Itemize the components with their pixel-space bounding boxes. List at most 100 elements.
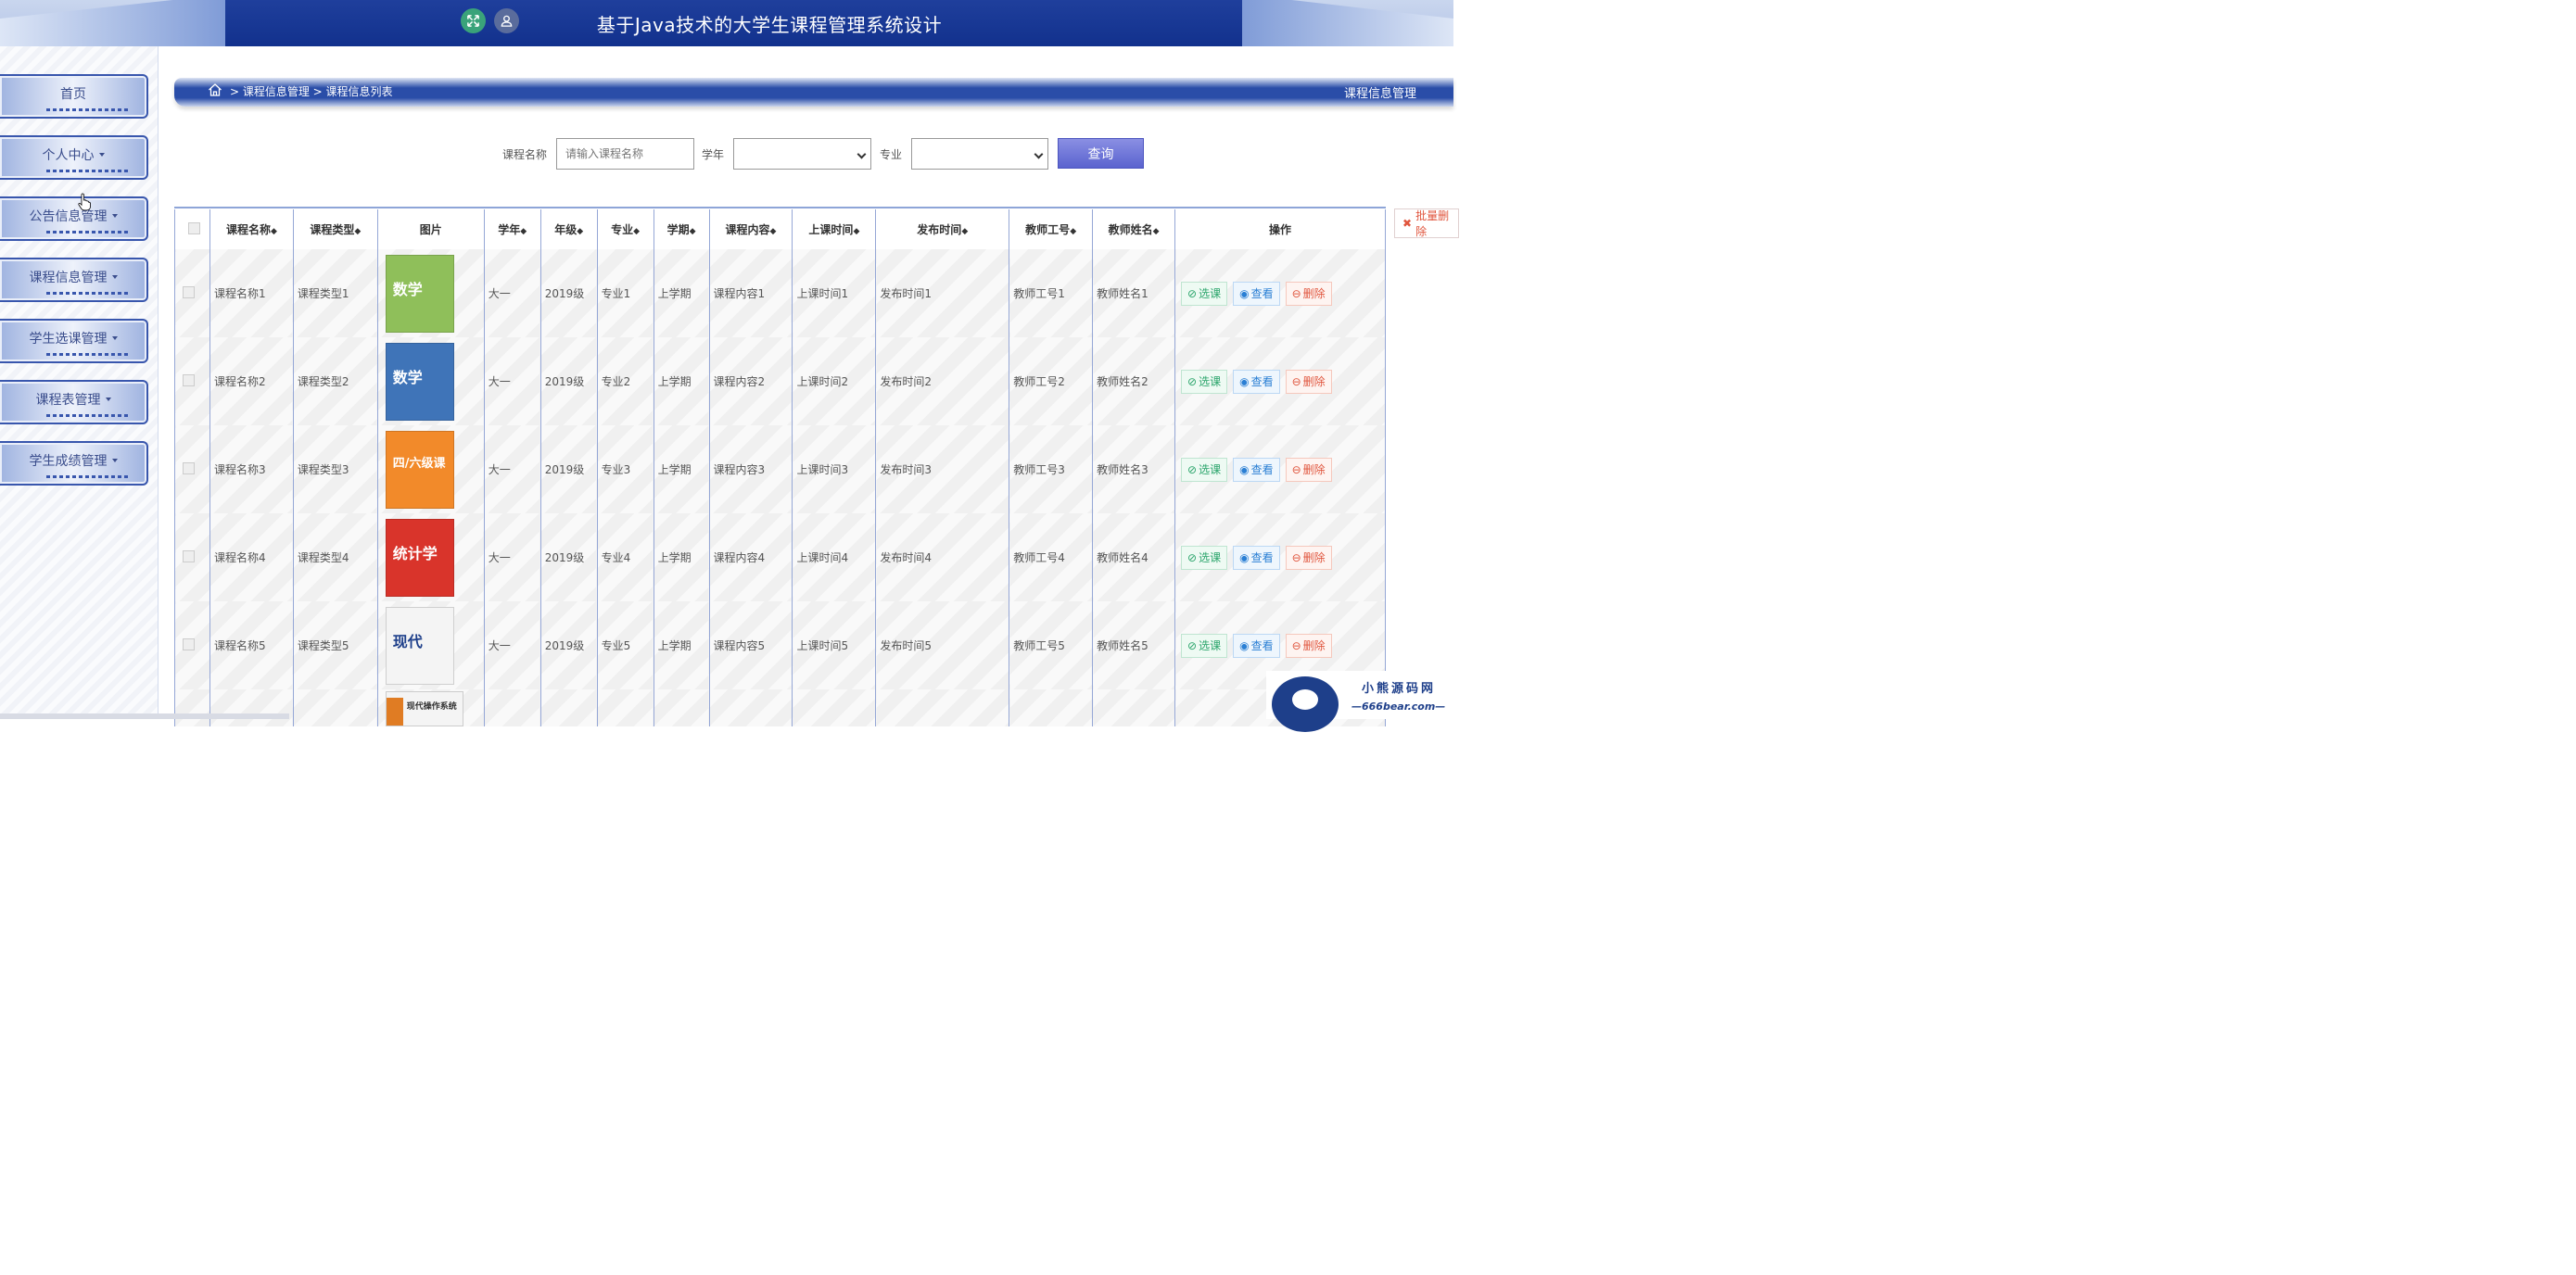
column-header[interactable]: 专业◆ <box>597 209 654 249</box>
delete-button[interactable]: ⊖ 删除 <box>1285 369 1332 394</box>
breadcrumb-path[interactable]: > 课程信息管理 > 课程信息列表 <box>230 83 393 99</box>
delete-button[interactable]: ⊖ 删除 <box>1285 633 1332 658</box>
sort-icon[interactable]: ◆ <box>770 227 777 236</box>
select-course-button[interactable]: ⊘ 选课 <box>1181 457 1228 482</box>
view-button[interactable]: ◉ 查看 <box>1233 633 1280 658</box>
column-header[interactable]: 发布时间◆ <box>875 209 1010 249</box>
cell-name: 课程名称5 <box>209 601 294 689</box>
nav-decoration <box>46 231 130 234</box>
table-cell <box>1009 689 1094 726</box>
sidebar-item-label: 学生选课管理 <box>29 332 108 347</box>
column-header[interactable]: 课程名称◆ <box>209 209 294 249</box>
select-course-button[interactable]: ⊘ 选课 <box>1181 633 1228 658</box>
column-header[interactable]: 学期◆ <box>654 209 710 249</box>
row-actions: ⊘ 选课 ◉ 查看 ⊖ 删除 <box>1179 369 1385 394</box>
chevron-down-icon <box>1034 149 1044 159</box>
table-cell <box>709 689 793 726</box>
delete-button[interactable]: ⊖ 删除 <box>1285 457 1332 482</box>
sort-icon[interactable]: ◆ <box>354 227 361 236</box>
sidebar-item-label: 首页 <box>60 87 86 102</box>
sidebar-item-course-selection[interactable]: 学生选课管理 <box>0 319 148 363</box>
row-actions: ⊘ 选课 ◉ 查看 ⊖ 删除 <box>1179 457 1385 482</box>
sidebar-item-courses[interactable]: 课程信息管理 <box>0 258 148 302</box>
column-header-label: 年级 <box>554 223 577 236</box>
row-checkbox[interactable] <box>183 549 195 562</box>
caret-down-icon <box>98 153 105 157</box>
row-select-cell <box>174 249 210 337</box>
sort-icon[interactable]: ◆ <box>1153 227 1160 236</box>
sidebar-item-label: 学生成绩管理 <box>29 454 108 469</box>
cell-publish-time: 发布时间2 <box>875 337 1010 425</box>
close-icon: ✖ <box>1402 217 1413 230</box>
user-button[interactable] <box>494 8 519 33</box>
select-all-checkbox[interactable] <box>187 221 200 234</box>
sort-icon[interactable]: ◆ <box>577 227 583 236</box>
cell-year: 大一 <box>484 337 541 425</box>
select-course-button[interactable]: ⊘ 选课 <box>1181 369 1228 394</box>
row-select-cell <box>174 513 210 601</box>
view-label: 查看 <box>1250 639 1274 652</box>
breadcrumb: > 课程信息管理 > 课程信息列表 课程信息管理 <box>174 78 1453 107</box>
column-header[interactable]: 年级◆ <box>540 209 598 249</box>
cell-teacher-name: 教师姓名4 <box>1092 513 1175 601</box>
sidebar-item-announcements[interactable]: 公告信息管理 <box>0 196 148 241</box>
batch-delete-button[interactable]: ✖ 批量删除 <box>1394 208 1459 238</box>
cell-publish-time: 发布时间4 <box>875 513 1010 601</box>
eye-icon: ◉ <box>1239 286 1250 300</box>
row-checkbox[interactable] <box>183 373 195 386</box>
sort-icon[interactable]: ◆ <box>961 227 968 236</box>
row-checkbox[interactable] <box>183 285 195 298</box>
view-button[interactable]: ◉ 查看 <box>1233 281 1280 306</box>
column-header[interactable]: 教师工号◆ <box>1009 209 1094 249</box>
sidebar-item-timetable[interactable]: 课程表管理 <box>0 380 148 424</box>
sort-icon[interactable]: ◆ <box>271 227 277 236</box>
eye-icon: ◉ <box>1239 462 1250 476</box>
top-header: 基于Java技术的大学生课程管理系统设计 <box>0 0 1453 46</box>
column-header[interactable]: 教师姓名◆ <box>1092 209 1175 249</box>
cell-name: 课程名称1 <box>209 249 294 337</box>
view-button[interactable]: ◉ 查看 <box>1233 545 1280 570</box>
course-name-input[interactable] <box>556 138 694 170</box>
select-course-button[interactable]: ⊘ 选课 <box>1181 281 1228 306</box>
cell-teacher-no: 教师工号2 <box>1009 337 1094 425</box>
delete-button[interactable]: ⊖ 删除 <box>1285 281 1332 306</box>
cell-teacher-no: 教师工号5 <box>1009 601 1094 689</box>
sidebar-item-home[interactable]: 首页 <box>0 74 148 119</box>
sidebar-item-grades[interactable]: 学生成绩管理 <box>0 441 148 486</box>
sort-icon[interactable]: ◆ <box>690 227 696 236</box>
fullscreen-button[interactable] <box>461 8 486 33</box>
cell-class-time: 上课时间2 <box>792 337 877 425</box>
image-cell: 数学 <box>377 337 485 425</box>
sort-icon[interactable]: ◆ <box>1070 227 1076 236</box>
table-cell <box>1092 689 1175 726</box>
sort-icon[interactable]: ◆ <box>520 227 527 236</box>
cell-class-time: 上课时间3 <box>792 425 877 513</box>
book-cover-title: 统计学 <box>392 545 438 562</box>
column-header[interactable]: 上课时间◆ <box>792 209 877 249</box>
row-checkbox[interactable] <box>183 638 195 650</box>
select-label: 选课 <box>1199 639 1222 652</box>
view-button[interactable]: ◉ 查看 <box>1233 457 1280 482</box>
column-header[interactable]: 课程内容◆ <box>709 209 793 249</box>
select-course-button[interactable]: ⊘ 选课 <box>1181 545 1228 570</box>
home-icon[interactable] <box>208 82 222 97</box>
sort-icon[interactable]: ◆ <box>853 227 859 236</box>
sort-icon[interactable]: ◆ <box>633 227 640 236</box>
cell-content: 课程内容4 <box>709 513 793 601</box>
year-select[interactable] <box>733 138 871 170</box>
cell-type: 课程类型5 <box>293 601 378 689</box>
column-header[interactable]: 学年◆ <box>484 209 541 249</box>
column-header[interactable]: 课程类型◆ <box>293 209 378 249</box>
check-circle-icon: ⊘ <box>1187 550 1198 564</box>
cell-grade: 2019级 <box>540 601 598 689</box>
query-button[interactable]: 查询 <box>1058 138 1144 169</box>
delete-button[interactable]: ⊖ 删除 <box>1285 545 1332 570</box>
cell-type: 课程类型1 <box>293 249 378 337</box>
view-button[interactable]: ◉ 查看 <box>1233 369 1280 394</box>
major-select[interactable] <box>911 138 1048 170</box>
image-cell: 四/六级课 <box>377 425 485 513</box>
row-checkbox[interactable] <box>183 461 195 474</box>
cell-major: 专业1 <box>597 249 654 337</box>
nav-decoration <box>46 108 130 111</box>
sidebar-item-personal-center[interactable]: 个人中心 <box>0 135 148 180</box>
